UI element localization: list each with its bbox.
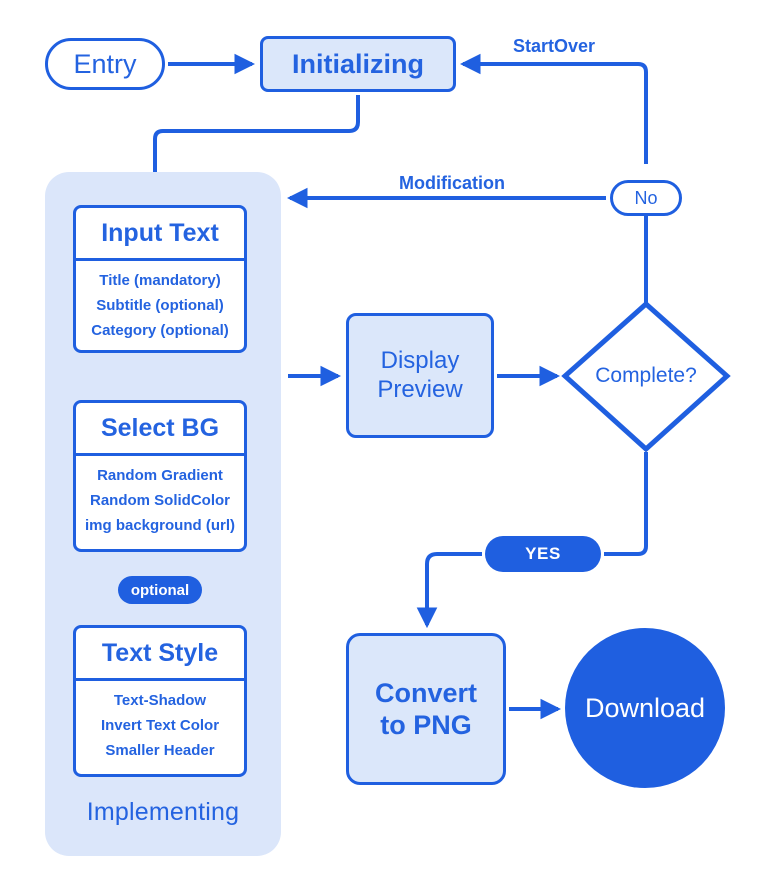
node-text-style-items: Text-Shadow Invert Text Color Smaller He… — [76, 681, 244, 771]
node-initializing[interactable]: Initializing — [260, 36, 456, 92]
list-item: Title (mandatory) — [99, 272, 221, 289]
node-text-style-title: Text Style — [76, 628, 244, 681]
node-input-text[interactable]: Input Text Title (mandatory) Subtitle (o… — [73, 205, 247, 353]
node-input-text-items: Title (mandatory) Subtitle (optional) Ca… — [76, 261, 244, 350]
list-item: img background (url) — [85, 516, 235, 534]
node-convert-line2: to PNG — [380, 710, 472, 740]
node-display-preview-line2: Preview — [377, 375, 463, 403]
node-select-bg-items: Random Gradient Random SolidColor img ba… — [76, 456, 244, 546]
list-item: Random SolidColor — [90, 491, 230, 509]
edge-pill-optional[interactable]: optional — [118, 576, 202, 604]
node-initializing-label: Initializing — [292, 48, 424, 79]
edge-pill-optional-label: optional — [130, 581, 190, 599]
node-entry[interactable]: Entry — [45, 38, 165, 90]
node-input-text-title: Input Text — [76, 208, 244, 261]
list-item: Text-Shadow — [113, 692, 207, 709]
node-select-bg[interactable]: Select BG Random Gradient Random SolidCo… — [73, 400, 247, 552]
edge-pill-yes-label: YES — [525, 544, 561, 563]
edge-label-modification: Modification — [399, 173, 505, 193]
node-display-preview[interactable]: Display Preview — [346, 313, 494, 438]
group-implementing-label: Implementing — [86, 797, 240, 826]
node-download[interactable]: Download — [565, 628, 725, 788]
node-convert-to-png[interactable]: Convert to PNG — [346, 633, 506, 785]
edge-label-startover: StartOver — [513, 36, 596, 56]
node-download-label: Download — [584, 692, 706, 723]
edge-pill-yes[interactable]: YES — [485, 536, 601, 572]
list-item: Subtitle (optional) — [96, 296, 224, 314]
list-item: Invert Text Color — [100, 716, 220, 734]
node-convert-line1: Convert — [374, 677, 477, 708]
node-complete-label: Complete? — [595, 364, 697, 387]
edge-pill-no-label: No — [634, 187, 658, 208]
node-entry-label: Entry — [73, 48, 137, 79]
list-item: Category (optional) — [91, 321, 229, 339]
edge-pill-no[interactable]: No — [610, 180, 682, 216]
list-item: Smaller Header — [105, 741, 215, 759]
node-text-style[interactable]: Text Style Text-Shadow Invert Text Color… — [73, 625, 247, 777]
list-item: Random Gradient — [97, 467, 223, 484]
node-display-preview-line1: Display — [380, 347, 460, 375]
node-select-bg-title: Select BG — [76, 403, 244, 456]
node-complete-decision[interactable]: Complete? — [565, 352, 727, 400]
